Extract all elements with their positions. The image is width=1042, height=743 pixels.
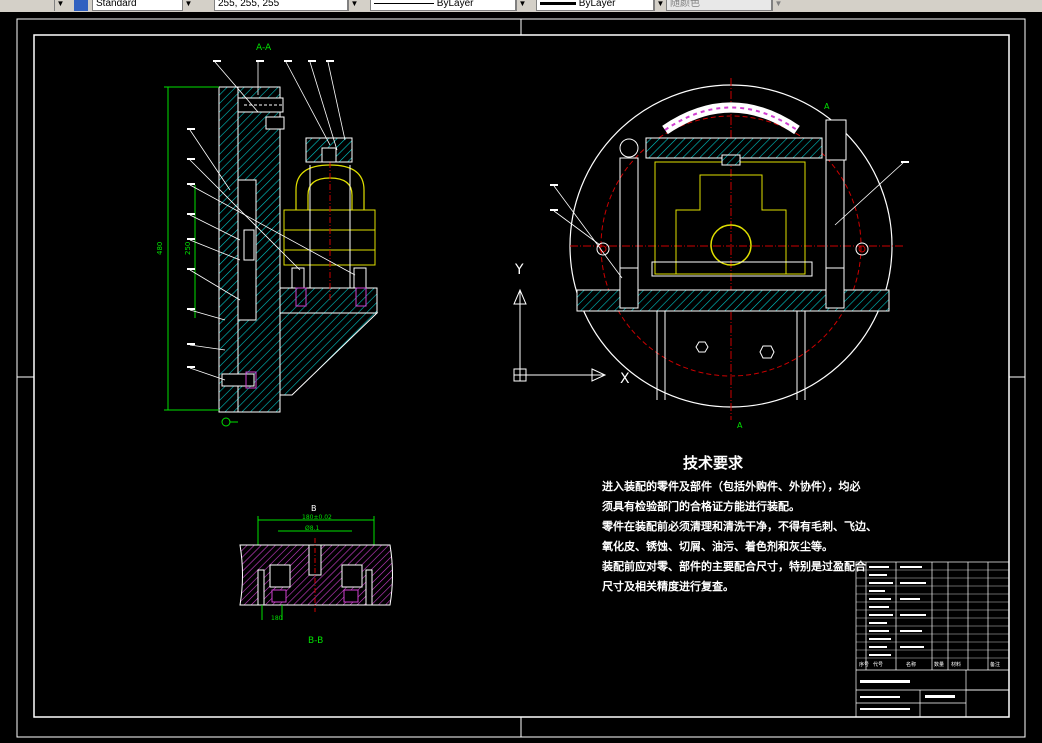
dim-b-bottom: 180 <box>271 615 283 622</box>
tech-line-4: 氧化皮、锈蚀、切屑、油污、着色剂和灰尘等。 <box>602 540 833 553</box>
dim-b-width: 180±0.02 <box>302 514 332 521</box>
section-label-b-b: B-B <box>308 636 323 646</box>
tb-header-code: 代号 <box>873 661 883 668</box>
linetype-select[interactable]: ByLayer <box>370 0 516 11</box>
text-style-icon[interactable] <box>74 0 88 11</box>
tb-header-qty: 数量 <box>934 661 944 668</box>
dim-height: 480 <box>156 242 164 255</box>
view-marker-a-top: A <box>824 102 830 111</box>
tech-line-1: 进入装配的零件及部件（包括外购件、外协件），均必 <box>602 480 861 493</box>
ucs-x-label: X <box>620 371 630 387</box>
tech-line-6: 尺寸及相关精度进行复查。 <box>602 580 734 593</box>
tech-line-2: 须具有检验部门的合格证方能进行装配。 <box>602 500 800 513</box>
dim-b-inner: Ø8.1 <box>305 525 319 532</box>
chevron-down-icon[interactable]: ▼ <box>182 0 194 11</box>
chevron-down-icon[interactable]: ▼ <box>516 0 528 11</box>
lineweight-label: ByLayer <box>578 0 616 9</box>
tech-line-3: 零件在装配前必须清理和清洗干净，不得有毛刺、飞边、 <box>602 520 877 533</box>
b-b-top-marker: B <box>311 504 317 513</box>
view-marker-a-bottom: A <box>737 421 743 430</box>
tb-header-material: 材料 <box>951 661 961 668</box>
color-select[interactable]: 255, 255, 255 <box>214 0 348 11</box>
tb-header-remark: 备注 <box>990 661 1000 668</box>
section-label-a-a: A-A <box>256 43 272 53</box>
tb-header-index: 序号 <box>859 661 869 668</box>
tech-requirements-title: 技术要求 <box>683 454 744 472</box>
section-a-a-view: A-A 480 250 <box>156 43 379 427</box>
tb-header-name: 名称 <box>906 661 916 668</box>
drawing-canvas[interactable]: A-A 480 250 A A Y X B 180±0.02 Ø8.1 180 … <box>0 12 1042 743</box>
chevron-down-icon[interactable]: ▼ <box>772 0 784 11</box>
cad-drawing: A-A 480 250 A A Y X B 180±0.02 Ø8.1 180 … <box>16 18 1026 738</box>
sheet-inner-frame <box>33 34 1010 718</box>
lineweight-select[interactable]: ByLayer <box>536 0 654 11</box>
tech-line-5: 装配前应对零、部件的主要配合尺寸，特别是过盈配合 <box>602 560 866 573</box>
chevron-down-icon[interactable]: ▼ <box>654 0 666 11</box>
chevron-down-icon[interactable]: ▼ <box>348 0 360 11</box>
dim-height-2: 250 <box>184 242 192 255</box>
ucs-y-label: Y <box>514 262 524 278</box>
linetype-label: ByLayer <box>436 0 474 9</box>
text-style-select[interactable]: Standard <box>92 0 184 11</box>
section-b-b-view: B 180±0.02 Ø8.1 180 B-B <box>239 504 393 646</box>
title-block-cell-text <box>860 566 955 710</box>
fixture-plan-view: A A <box>550 78 909 430</box>
dropdown-arrow-icon[interactable]: ▼ <box>54 0 66 11</box>
plot-style-select[interactable]: 随颜色 <box>666 0 772 11</box>
